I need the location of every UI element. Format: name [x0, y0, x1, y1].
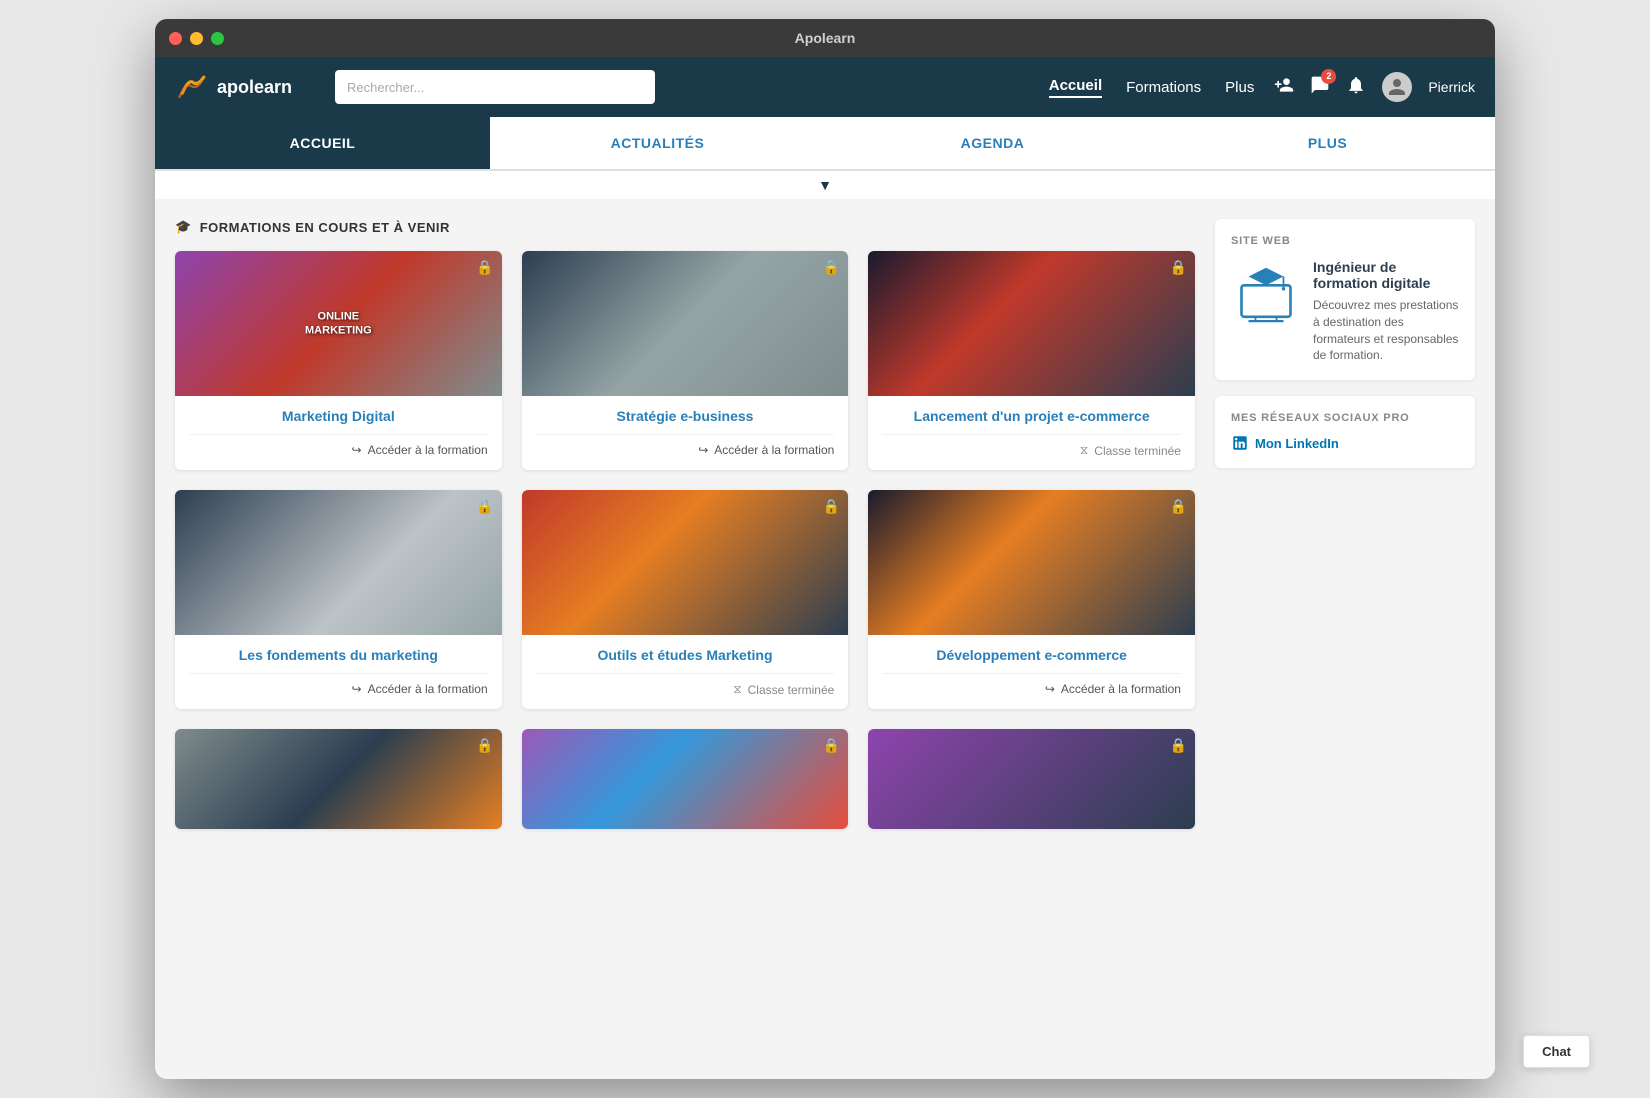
navbar: apolearn Accueil Formations Plus 2 Pier	[155, 57, 1495, 117]
course-body-6: Développement e-commerce ↪ Accéder à la …	[868, 635, 1195, 708]
tab-indicator: ▼	[155, 171, 1495, 199]
linkedin-link[interactable]: Mon LinkedIn	[1231, 434, 1459, 452]
linkedin-icon	[1231, 434, 1249, 452]
lock-icon-4: 🔒	[476, 498, 493, 515]
course-action-6[interactable]: ↪ Accéder à la formation	[882, 673, 1181, 696]
add-user-icon[interactable]	[1274, 75, 1294, 100]
lock-icon-7: 🔒	[476, 737, 493, 754]
course-action-1[interactable]: ↪ Accéder à la formation	[189, 434, 488, 457]
sidebar: SITE WEB Ingénieur de formation digitale…	[1215, 219, 1475, 829]
lock-icon-1: 🔒	[476, 259, 493, 276]
tab-agenda[interactable]: AGENDA	[825, 117, 1160, 169]
lock-icon-3: 🔒	[1170, 259, 1187, 276]
tabs-bar: ACCUEIL ACTUALITÉS AGENDA PLUS	[155, 117, 1495, 171]
user-name[interactable]: Pierrick	[1428, 79, 1475, 95]
tab-plus[interactable]: PLUS	[1160, 117, 1495, 169]
lock-icon-8: 🔒	[823, 737, 840, 754]
course-body-1: Marketing Digital ↪ Accéder à la formati…	[175, 396, 502, 469]
course-title-4: Les fondements du marketing	[189, 647, 488, 663]
linkedin-text: Mon LinkedIn	[1255, 436, 1339, 451]
nav-links: Accueil Formations Plus	[1049, 77, 1255, 98]
course-action-5: ⧖ Classe terminée	[536, 673, 835, 697]
course-card-3[interactable]: 🔒 Lancement d'un projet e-commerce ⧖ Cla…	[868, 251, 1195, 470]
promo-title: Ingénieur de formation digitale	[1313, 259, 1459, 291]
course-title-2: Stratégie e-business	[536, 408, 835, 424]
promo-card[interactable]: Ingénieur de formation digitale Découvre…	[1231, 259, 1459, 364]
course-thumb-5: 🔒	[522, 490, 849, 635]
nav-icons: 2 Pierrick	[1274, 72, 1475, 102]
course-action-4[interactable]: ↪ Accéder à la formation	[189, 673, 488, 696]
logo-icon	[175, 73, 211, 101]
site-web-widget: SITE WEB Ingénieur de formation digitale…	[1215, 219, 1475, 380]
course-body-5: Outils et études Marketing ⧖ Classe term…	[522, 635, 849, 709]
graduation-icon: 🎓	[175, 219, 192, 235]
logo-area[interactable]: apolearn	[175, 73, 315, 101]
course-title-6: Développement e-commerce	[882, 647, 1181, 663]
course-body-3: Lancement d'un projet e-commerce ⧖ Class…	[868, 396, 1195, 470]
course-card-5[interactable]: 🔒 Outils et études Marketing ⧖ Classe te…	[522, 490, 849, 709]
course-title-5: Outils et études Marketing	[536, 647, 835, 663]
lock-icon-2: 🔒	[823, 259, 840, 276]
course-thumb-4: 🔒	[175, 490, 502, 635]
course-thumb-7: 🔒	[175, 729, 502, 829]
search-input[interactable]	[335, 70, 655, 104]
course-thumb-2: 🔒	[522, 251, 849, 396]
course-title-3: Lancement d'un projet e-commerce	[882, 408, 1181, 424]
section-header: 🎓 FORMATIONS EN COURS ET À VENIR	[175, 219, 1195, 235]
course-thumb-9: 🔒	[868, 729, 1195, 829]
course-thumb-1: ONLINEMARKETING 🔒	[175, 251, 502, 396]
courses-grid: ONLINEMARKETING 🔒 Marketing Digital ↪ Ac…	[175, 251, 1195, 709]
tab-accueil[interactable]: ACCUEIL	[155, 117, 490, 169]
course-card-7[interactable]: 🔒	[175, 729, 502, 829]
window-title: Apolearn	[795, 30, 856, 46]
app-window: Apolearn apolearn Accueil Formations Plu…	[155, 19, 1495, 1079]
promo-icon	[1231, 259, 1301, 329]
traffic-lights	[169, 32, 224, 45]
title-bar: Apolearn	[155, 19, 1495, 57]
course-card-2[interactable]: 🔒 Stratégie e-business ↪ Accéder à la fo…	[522, 251, 849, 470]
messages-icon[interactable]: 2	[1310, 75, 1330, 100]
social-title: MES RÉSEAUX SOCIAUX PRO	[1231, 412, 1459, 424]
course-card-8[interactable]: 🔒	[522, 729, 849, 829]
tab-actualites[interactable]: ACTUALITÉS	[490, 117, 825, 169]
site-web-title: SITE WEB	[1231, 235, 1459, 247]
course-card-1[interactable]: ONLINEMARKETING 🔒 Marketing Digital ↪ Ac…	[175, 251, 502, 470]
ended-icon-5: ⧖	[733, 682, 741, 697]
section-title: FORMATIONS EN COURS ET À VENIR	[200, 220, 450, 235]
avatar[interactable]	[1382, 72, 1412, 102]
main-content: 🎓 FORMATIONS EN COURS ET À VENIR ONLINEM…	[155, 199, 1495, 849]
promo-info: Ingénieur de formation digitale Découvre…	[1313, 259, 1459, 364]
course-action-3: ⧖ Classe terminée	[882, 434, 1181, 458]
promo-desc: Découvrez mes prestations à destination …	[1313, 297, 1459, 364]
social-widget: MES RÉSEAUX SOCIAUX PRO Mon LinkedIn	[1215, 396, 1475, 468]
course-thumb-6: 🔒	[868, 490, 1195, 635]
course-card-4[interactable]: 🔒 Les fondements du marketing ↪ Accéder …	[175, 490, 502, 709]
lock-icon-9: 🔒	[1170, 737, 1187, 754]
close-button[interactable]	[169, 32, 182, 45]
course-body-2: Stratégie e-business ↪ Accéder à la form…	[522, 396, 849, 469]
search-bar[interactable]	[335, 70, 655, 104]
course-title-1: Marketing Digital	[189, 408, 488, 424]
logo-text: apolearn	[217, 77, 292, 98]
nav-plus[interactable]: Plus	[1225, 79, 1254, 96]
course-body-4: Les fondements du marketing ↪ Accéder à …	[175, 635, 502, 708]
notifications-icon[interactable]	[1346, 75, 1366, 100]
courses-grid-row3: 🔒 🔒 🔒	[175, 729, 1195, 829]
course-card-6[interactable]: 🔒 Développement e-commerce ↪ Accéder à l…	[868, 490, 1195, 709]
nav-accueil[interactable]: Accueil	[1049, 77, 1102, 98]
course-thumb-8: 🔒	[522, 729, 849, 829]
course-card-9[interactable]: 🔒	[868, 729, 1195, 829]
content-area: 🎓 FORMATIONS EN COURS ET À VENIR ONLINEM…	[175, 219, 1195, 829]
message-badge: 2	[1321, 69, 1336, 84]
minimize-button[interactable]	[190, 32, 203, 45]
chat-button[interactable]: Chat	[1523, 1035, 1590, 1068]
course-action-2[interactable]: ↪ Accéder à la formation	[536, 434, 835, 457]
nav-formations[interactable]: Formations	[1126, 79, 1201, 96]
lock-icon-5: 🔒	[823, 498, 840, 515]
ended-icon-3: ⧖	[1080, 443, 1088, 458]
lock-icon-6: 🔒	[1170, 498, 1187, 515]
maximize-button[interactable]	[211, 32, 224, 45]
course-thumb-3: 🔒	[868, 251, 1195, 396]
